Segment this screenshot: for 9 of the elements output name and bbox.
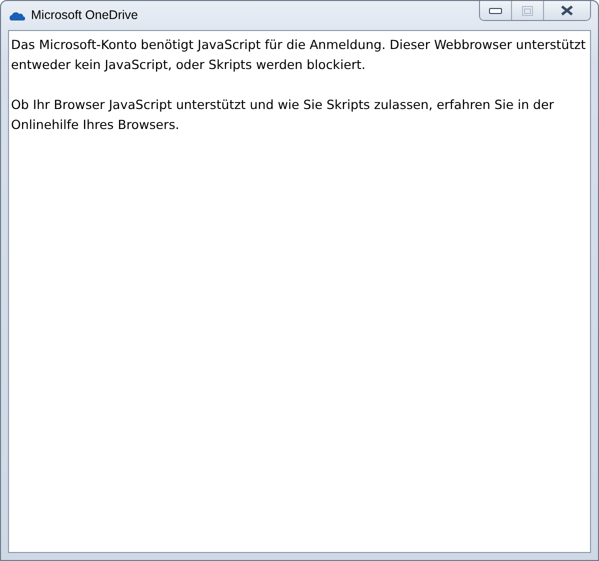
minimize-button[interactable] (480, 1, 512, 20)
close-icon (560, 5, 574, 16)
close-button[interactable] (544, 1, 590, 20)
maximize-icon (522, 6, 533, 16)
window-title: Microsoft OneDrive (31, 7, 138, 24)
paragraph: Das Microsoft-Konto benötigt JavaScript für die Anmeldung. Dieser Webbrowser unterstützt entweder kein JavaScript, oder Skripts werden blockiert. (11, 36, 587, 74)
cloud-icon (9, 10, 25, 21)
paragraph: Ob Ihr Browser JavaScript unterstützt und wie Sie Skripts zulassen, erfahren Sie in der Onlinehilfe Ihres Browsers. (11, 96, 555, 134)
minimize-icon (489, 8, 502, 14)
